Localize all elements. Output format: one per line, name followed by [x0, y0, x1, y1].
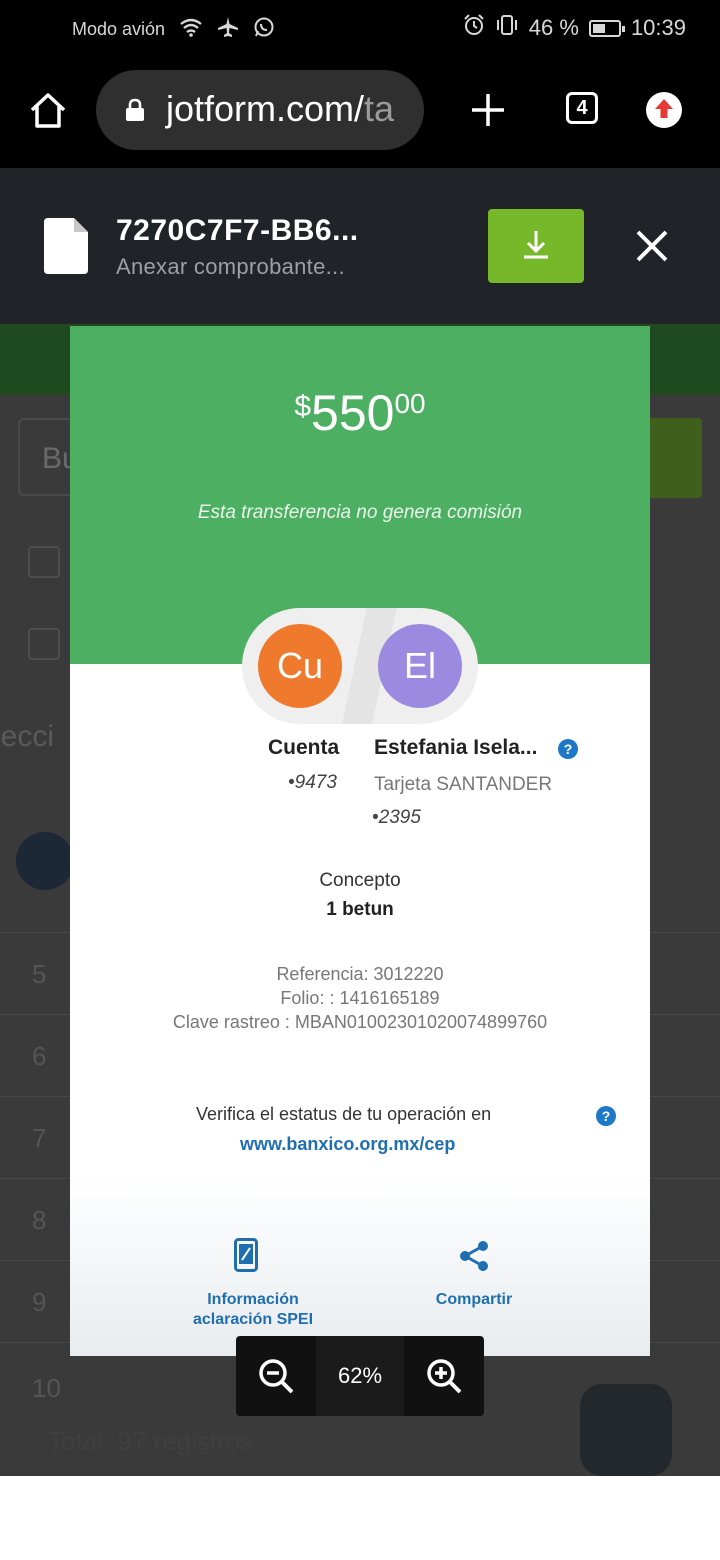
battery-percent: 46 %	[528, 15, 579, 40]
info-spei-line1: Información	[207, 1291, 299, 1308]
download-icon	[524, 231, 548, 259]
tab-switcher-button[interactable]: 4	[566, 92, 598, 124]
concept-value: 1 betun	[326, 899, 394, 920]
file-subtitle: Anexar comprobante...	[116, 254, 345, 279]
file-header: 7270C7F7-BB6... Anexar comprobante...	[0, 168, 720, 324]
verify-text: Verifica el estatus de tu operación en	[196, 1104, 492, 1124]
recipient-account: •2395	[372, 807, 421, 828]
file-icon	[44, 218, 88, 274]
background-selection-text: lecci	[0, 720, 55, 753]
tracking-key: Clave rastreo : MBAN01002301020074899760	[172, 1012, 548, 1032]
clock: 10:39	[630, 15, 686, 40]
help-icon[interactable]: ?	[596, 1106, 616, 1126]
close-icon[interactable]	[632, 226, 672, 266]
share-icon[interactable]	[458, 1240, 490, 1277]
status-right: 46 % 10:39	[463, 14, 686, 42]
row-number: 7	[32, 1123, 47, 1153]
alarm-icon	[463, 14, 485, 42]
zoom-out-icon[interactable]	[256, 1356, 296, 1396]
background-checkbox	[28, 628, 60, 660]
update-icon[interactable]	[646, 92, 682, 128]
home-icon[interactable]	[28, 90, 68, 130]
status-left: Modo avión	[72, 16, 275, 43]
background-total: Total: 97 registros	[48, 1426, 254, 1456]
avatar-recipient: El	[378, 624, 462, 708]
share-button[interactable]: Compartir	[414, 1290, 534, 1310]
phone-icon[interactable]	[234, 1238, 258, 1277]
row-number: 6	[32, 1041, 47, 1071]
whatsapp-icon	[253, 16, 275, 43]
url-cut: ta	[364, 88, 395, 129]
lock-icon	[124, 98, 146, 122]
background-edit-fab	[580, 1384, 672, 1476]
amount-currency: $	[294, 390, 312, 423]
verify-link[interactable]: www.banxico.org.mx/cep	[240, 1134, 455, 1155]
browser-toolbar: jotform.com/ta 4	[0, 56, 720, 168]
receipt-actions: Información aclaración SPEI Compartir	[70, 1176, 650, 1356]
zoom-level: 62%	[316, 1336, 404, 1416]
help-icon[interactable]: ?	[558, 739, 578, 759]
amount: $55000	[70, 384, 650, 442]
sender-account: •9473	[288, 772, 337, 793]
url-bar[interactable]: jotform.com/ta	[96, 70, 424, 150]
concept-label: Concepto	[319, 870, 401, 891]
amount-cents: 00	[394, 388, 426, 419]
background-checkbox	[28, 546, 60, 578]
vibrate-icon	[495, 14, 519, 42]
download-button[interactable]	[488, 209, 584, 283]
new-tab-icon[interactable]	[468, 90, 508, 130]
file-name: 7270C7F7-BB6...	[116, 214, 359, 247]
zoom-in-icon[interactable]	[424, 1356, 464, 1396]
background-expand-icon	[16, 832, 74, 890]
sender-name: Cuenta	[268, 736, 340, 759]
receipt-image: $55000 Esta transferencia no genera comi…	[70, 326, 650, 1356]
transfer-avatars: Cu El	[242, 608, 478, 724]
zoom-controls: 62%	[236, 1336, 484, 1416]
amount-value: 550	[311, 385, 395, 441]
info-spei-button[interactable]: Información aclaración SPEI	[178, 1290, 328, 1330]
row-number: 8	[32, 1205, 47, 1235]
battery-icon	[588, 19, 625, 37]
airplane-mode-label: Modo avión	[72, 19, 166, 39]
row-number: 9	[32, 1287, 47, 1317]
avatar-sender: Cu	[258, 624, 342, 708]
bottom-area	[0, 1476, 720, 1560]
status-bar: Modo avión 46 % 10:39	[0, 0, 720, 56]
recipient-bank: Tarjeta SANTANDER	[374, 774, 553, 795]
row-number: 5	[32, 959, 47, 989]
wifi-icon	[179, 17, 203, 42]
folio: Folio: : 1416165189	[280, 988, 440, 1008]
url-text: jotform.com/ta	[166, 88, 394, 130]
reference: Referencia: 3012220	[276, 964, 444, 984]
recipient-name: Estefania Isela...	[374, 736, 538, 759]
info-spei-line2: aclaración SPEI	[192, 1311, 314, 1328]
fee-note: Esta transferencia no genera comisión	[197, 502, 523, 523]
airplane-icon	[217, 16, 239, 43]
row-number: 10	[32, 1373, 61, 1403]
url-main: jotform.com/	[166, 88, 365, 129]
